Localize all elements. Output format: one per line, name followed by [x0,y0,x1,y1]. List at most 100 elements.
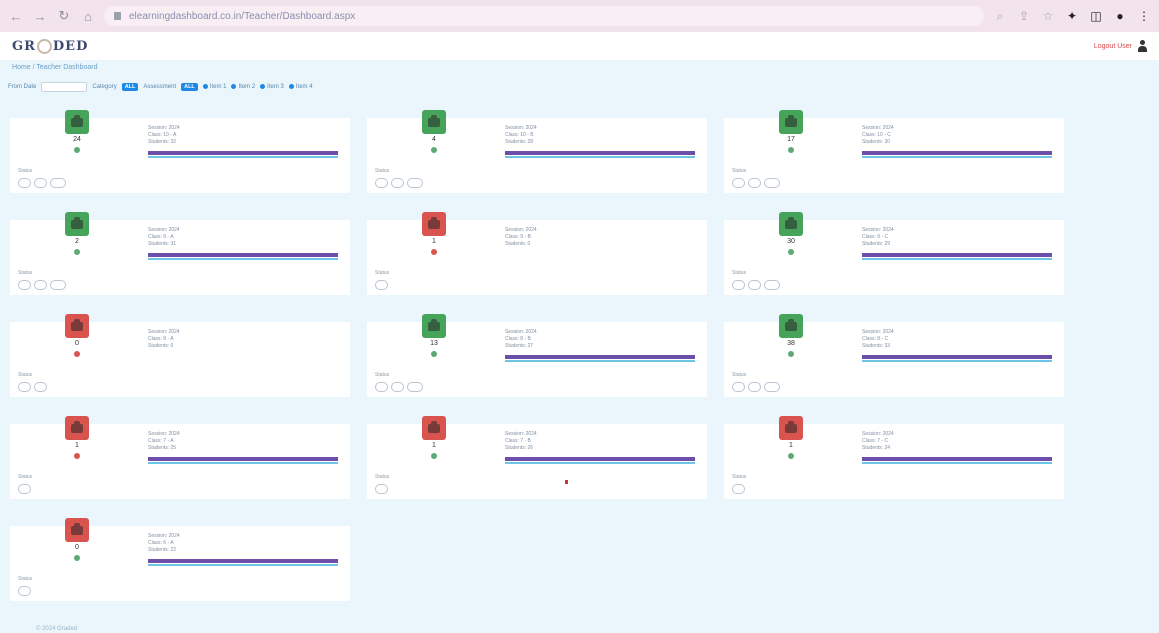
status-pill[interactable] [748,382,761,392]
card-line-3: Students: 29 [862,241,891,247]
progress-bar-primary [505,151,695,155]
score-value: 17 [787,136,795,143]
status-pill[interactable] [732,484,745,494]
progress-bar-secondary [862,360,1052,362]
class-card[interactable]: 38 Session: 2024 Class: 8 - C Students: 33 S… [724,314,1064,397]
class-card[interactable]: 4 Session: 2024 Class: 10 - B Students: 28 S… [367,110,707,193]
home-icon[interactable]: ⌂ [80,8,96,24]
class-card[interactable]: 17 Session: 2024 Class: 10 - C Students: 30… [724,110,1064,193]
progress-bar-secondary [505,156,695,158]
forward-icon[interactable]: → [32,8,48,24]
score-box[interactable] [422,212,446,236]
address-bar[interactable]: elearningdashboard.co.in/Teacher/Dashboa… [104,6,984,26]
status-pill[interactable] [764,178,780,188]
class-icon [785,318,797,331]
score-box[interactable] [422,314,446,338]
card-line-3: Students: 24 [862,445,891,451]
card-info: Session: 2024 Class: 10 - B Students: 28 [505,125,537,146]
reload-icon[interactable]: ↻ [56,8,72,24]
status-pill[interactable] [18,586,31,596]
score-box[interactable] [65,212,89,236]
card-info: Session: 2024 Class: 10 - A Students: 32 [148,125,180,146]
status-pill[interactable] [18,382,31,392]
status-pill[interactable] [18,484,31,494]
status-pill[interactable] [34,178,47,188]
class-icon [71,318,83,331]
card-line-1: Session: 2024 [148,227,180,233]
status-pill[interactable] [732,382,745,392]
class-card[interactable]: 1 Session: 2024 Class: 9 - B Students: 0 Sta… [367,212,707,295]
card-line-1: Session: 2024 [148,533,180,539]
category-badge[interactable]: ALL [121,83,139,91]
score-box[interactable] [422,110,446,134]
progress-bar-primary [505,355,695,359]
status-pill[interactable] [407,178,423,188]
from-date-select[interactable] [41,82,88,92]
class-card[interactable]: 2 Session: 2024 Class: 9 - A Students: 31 St… [10,212,350,295]
status-pill[interactable] [407,382,423,392]
status-pill[interactable] [375,178,388,188]
status-pill[interactable] [34,280,47,290]
status-pill[interactable] [50,178,66,188]
status-pill[interactable] [732,178,745,188]
class-card[interactable]: 1 Session: 2024 Class: 7 - C Students: 24 St… [724,416,1064,499]
status-pill[interactable] [375,484,388,494]
score-box[interactable] [779,416,803,440]
status-pill[interactable] [375,280,388,290]
card-info: Session: 2024 Class: 9 - C Students: 29 [862,227,894,248]
status-pill[interactable] [748,280,761,290]
logo[interactable]: GR DED [12,38,88,54]
class-card[interactable]: 24 Session: 2024 Class: 10 - A Students: 32… [10,110,350,193]
score-box[interactable] [779,110,803,134]
trend-icon [431,351,437,357]
class-icon [785,420,797,433]
class-card[interactable]: 30 Session: 2024 Class: 9 - C Students: 29 S… [724,212,1064,295]
legend-item-4: Item 4 [288,83,313,90]
status-pill[interactable] [391,178,404,188]
back-icon[interactable]: ← [8,8,24,24]
card-info: Session: 2024 Class: 6 - A Students: 22 [148,533,180,554]
logout-link[interactable]: Logout User [1094,43,1132,50]
score-value: 30 [787,238,795,245]
score-box[interactable] [65,518,89,542]
score-value: 1 [75,442,79,449]
class-card[interactable]: 0 Session: 2024 Class: 8 - A Students: 0 Sta… [10,314,350,397]
status-pill[interactable] [34,382,47,392]
card-line-3: Students: 33 [862,343,891,349]
filter-bar: From Date Category ALL Assessment ALL It… [0,78,1159,96]
score-box[interactable] [422,416,446,440]
status-pill[interactable] [375,382,388,392]
assessment-badge[interactable]: ALL [181,83,198,91]
class-card[interactable]: 13 Session: 2024 Class: 8 - B Students: 27 S… [367,314,707,397]
user-avatar-icon[interactable] [1138,40,1147,52]
extension-pin-icon[interactable]: ✦ [1065,9,1079,23]
zoom-icon[interactable]: ⌕ [993,9,1007,23]
class-card[interactable]: 1 Session: 2024 Class: 7 - B Students: 26 St… [367,416,707,499]
class-icon [428,420,440,433]
bookmark-star-icon[interactable]: ☆ [1041,9,1055,23]
status-pill[interactable] [391,382,404,392]
status-pill[interactable] [18,280,31,290]
score-box[interactable] [65,314,89,338]
status-pill[interactable] [764,382,780,392]
status-pill[interactable] [50,280,66,290]
score-box[interactable] [779,314,803,338]
breadcrumb[interactable]: Home / Teacher Dashboard [0,60,1159,78]
progress-bar-primary [148,559,338,563]
profile-icon[interactable]: ● [1113,9,1127,23]
score-box[interactable] [779,212,803,236]
score-box[interactable] [65,110,89,134]
class-card-grid: 24 Session: 2024 Class: 10 - A Students: 32… [10,110,1064,601]
share-icon[interactable]: ⇪ [1017,9,1031,23]
sidepanel-icon[interactable]: ◫ [1089,9,1103,23]
score-box[interactable] [65,416,89,440]
status-pill[interactable] [18,178,31,188]
status-pill[interactable] [748,178,761,188]
status-pill[interactable] [732,280,745,290]
status-label: Status [375,270,390,276]
class-card[interactable]: 0 Session: 2024 Class: 6 - A Students: 22 St… [10,518,350,601]
class-card[interactable]: 1 Session: 2024 Class: 7 - A Students: 25 St… [10,416,350,499]
status-pill[interactable] [764,280,780,290]
menu-kebab-icon[interactable]: ⋮ [1137,9,1151,23]
card-line-2: Class: 7 - A [148,438,174,444]
